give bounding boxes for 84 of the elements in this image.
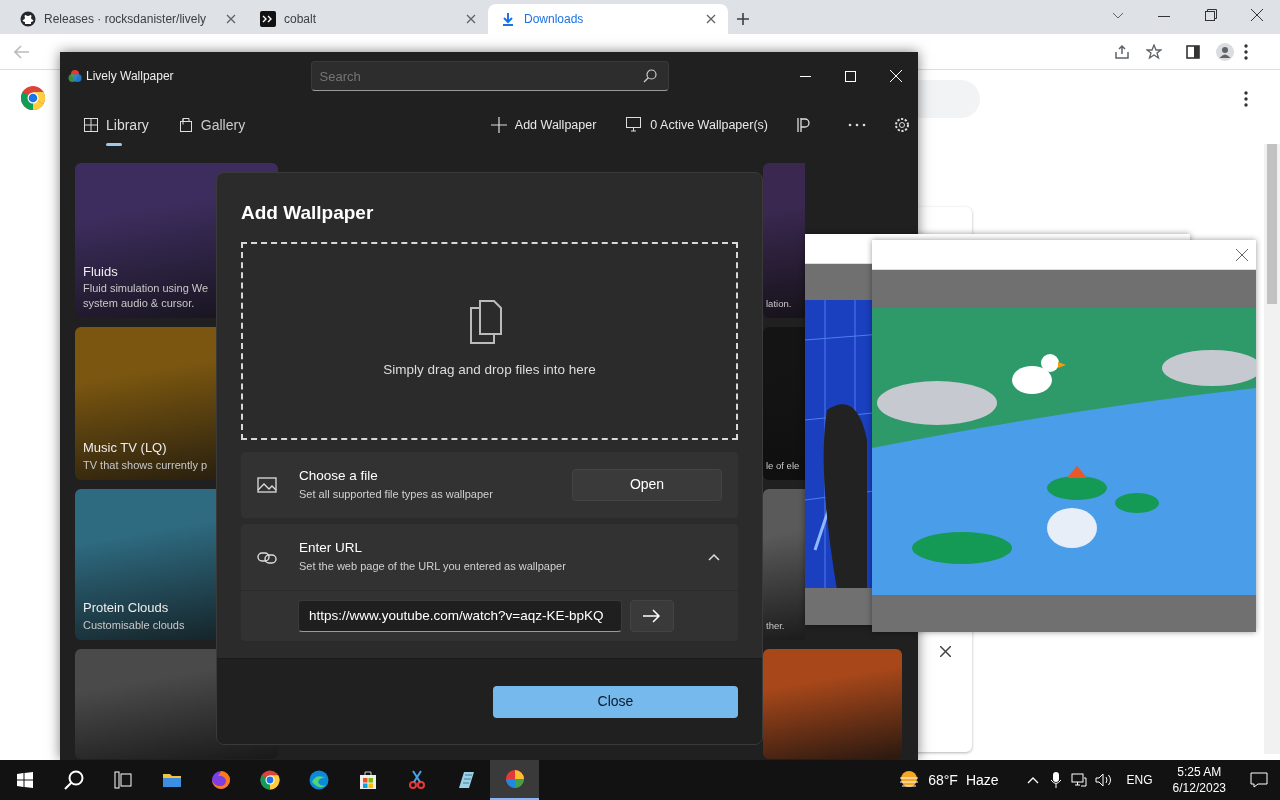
image-icon	[257, 476, 277, 493]
wallpaper-description: lation.	[766, 297, 793, 310]
rainbow-logo-icon	[68, 69, 82, 83]
restore-icon[interactable]	[1205, 9, 1217, 21]
rainbow-logo-icon	[504, 769, 525, 789]
star-icon[interactable]	[1146, 44, 1162, 60]
profile-icon[interactable]	[1216, 43, 1234, 61]
search-field[interactable]: Search	[310, 61, 669, 91]
fox-icon	[210, 770, 231, 790]
monitor-icon	[626, 117, 643, 133]
minimize-icon[interactable]	[1158, 16, 1170, 18]
sidebar-icon[interactable]	[1186, 45, 1200, 59]
drop-zone[interactable]: Simply drag and drop files into here	[241, 241, 738, 440]
browser-tab[interactable]: Releases · rocksdanister/lively	[8, 4, 248, 34]
wallpaper-description: TV that shows currently p	[83, 457, 209, 472]
search-icon	[63, 770, 84, 790]
bag-icon	[178, 118, 193, 132]
more-icon[interactable]	[848, 123, 866, 127]
open-button[interactable]: Open	[572, 468, 722, 501]
arrow-right-icon	[643, 608, 661, 623]
sun-haze-icon	[898, 770, 921, 790]
go-button[interactable]	[630, 599, 674, 632]
chrome-logo-icon	[259, 770, 280, 790]
toolbar-button[interactable]: Add Wallpaper	[482, 114, 605, 136]
wallpaper-card[interactable]: lation.	[763, 163, 805, 318]
speaker-icon[interactable]	[1094, 773, 1113, 787]
browser-tab[interactable]: Downloads	[488, 4, 728, 34]
wave-icon	[308, 770, 329, 790]
notification-icon[interactable]	[1250, 772, 1268, 788]
kebab-menu-icon[interactable]	[1244, 91, 1248, 107]
scrollbar[interactable]	[1264, 144, 1280, 754]
close-button[interactable]: Close	[493, 685, 738, 718]
shopping-bag-icon	[357, 770, 378, 790]
nav-tab[interactable]: Library	[80, 108, 153, 142]
wallpaper-description: Fluid simulation using We	[83, 281, 210, 296]
minimize-icon[interactable]	[800, 75, 811, 77]
share-icon[interactable]	[1114, 44, 1130, 60]
wallpaper-card[interactable]	[763, 649, 902, 759]
option-subtitle: Set all supported file types as wallpaper	[299, 487, 493, 503]
network-icon[interactable]	[1070, 773, 1087, 787]
wallpaper-description: system audio & cursor.	[83, 295, 196, 310]
taskbar-app[interactable]	[490, 760, 539, 800]
wallpaper-description: ther.	[766, 619, 786, 632]
clock[interactable]: 5:25 AM 6/12/2023	[1172, 763, 1226, 797]
wallpaper-card[interactable]: le of ele	[763, 327, 805, 480]
kebab-menu-icon[interactable]	[1244, 44, 1248, 60]
option-title: Enter URL	[299, 539, 364, 558]
drop-hint: Simply drag and drop files into here	[383, 361, 596, 380]
chrome-logo-icon	[21, 86, 45, 110]
microphone-icon[interactable]	[1050, 772, 1061, 788]
chevron-down-icon[interactable]	[1112, 12, 1124, 20]
language-indicator[interactable]: ENG	[1126, 771, 1153, 789]
wallpaper-title: Protein Clouds	[83, 599, 170, 618]
weather-temperature: 68°F	[928, 770, 958, 790]
option-title: Choose a file	[299, 467, 379, 486]
weather-condition: Haze	[965, 770, 999, 790]
chevron-up-icon[interactable]	[708, 552, 720, 561]
wallpaper-description: le of ele	[766, 459, 801, 472]
url-field[interactable]: https://www.youtube.com/watch?v=aqz-KE-bpKQ	[298, 599, 622, 632]
wallpaper-title: Music TV (LQ)	[83, 439, 168, 458]
task-view-icon	[112, 770, 133, 790]
nav-tab[interactable]: Gallery	[174, 108, 250, 142]
wallpaper-card[interactable]: ther.	[763, 489, 805, 640]
new-tab-icon[interactable]	[736, 12, 750, 26]
close-icon[interactable]	[940, 646, 951, 657]
windows-logo-icon	[16, 772, 33, 788]
download-icon	[500, 11, 516, 27]
window-title: Lively Wallpaper	[86, 68, 174, 85]
browser-tab[interactable]: cobalt	[248, 4, 488, 34]
terminal-icon	[260, 11, 276, 27]
maximize-icon[interactable]	[845, 70, 856, 82]
settings-icon[interactable]	[894, 117, 910, 133]
close-icon[interactable]	[706, 14, 716, 24]
clock-time: 5:25 AM	[1177, 763, 1222, 780]
wallpaper-title: Fluids	[83, 262, 119, 281]
plus-icon	[490, 117, 507, 133]
option-subtitle: Set the web page of the URL you entered as wallpaper	[299, 559, 566, 575]
wallpaper-description: Customisable clouds	[83, 617, 186, 632]
clock-date: 6/12/2023	[1172, 780, 1226, 797]
toolbar-button[interactable]: 0 Active Wallpaper(s)	[618, 114, 776, 136]
search-field[interactable]	[918, 80, 980, 118]
grid-icon	[84, 118, 98, 132]
close-icon[interactable]	[1251, 9, 1263, 21]
scissors-icon	[406, 770, 427, 790]
